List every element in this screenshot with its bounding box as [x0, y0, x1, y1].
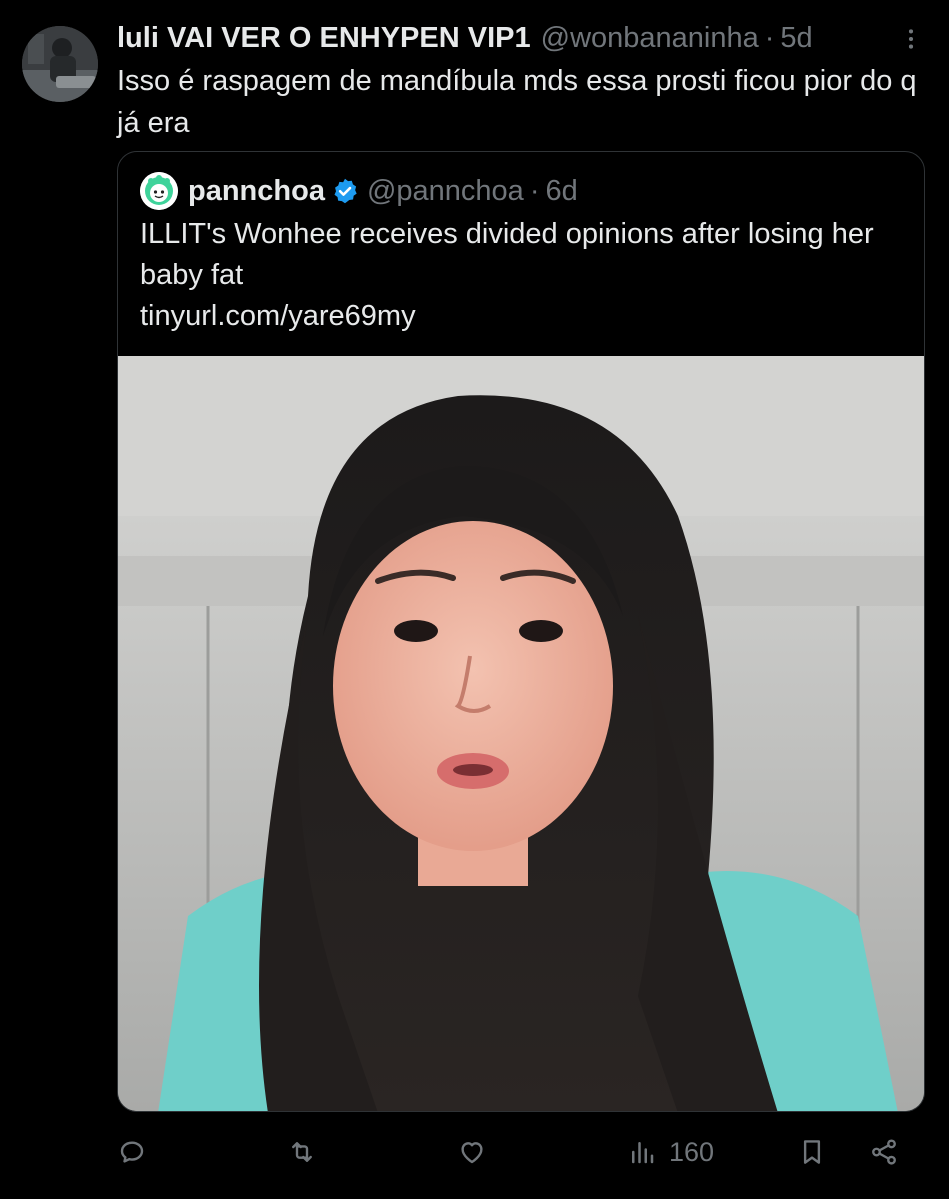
views-button[interactable]: 160 — [627, 1130, 714, 1174]
quoted-tweet-media[interactable] — [118, 356, 924, 1111]
like-button[interactable] — [457, 1130, 487, 1174]
bookmark-button[interactable] — [797, 1130, 827, 1174]
author-handle[interactable]: @wonbananinha — [541, 20, 759, 56]
quoted-tweet-card[interactable]: pannchoa @pannchoa · 6d ILLIT's Wonhee r… — [117, 151, 925, 1112]
more-vertical-icon — [908, 29, 914, 49]
tweet-header: luli VAI VER O ENHYPEN VIP1 @wonbananinh… — [117, 20, 813, 56]
tweet-text: Isso é raspagem de mandíbula mds essa pr… — [117, 65, 917, 139]
quoted-tweet-text: ILLIT's Wonhee receives divided opinions… — [140, 218, 874, 291]
pannchoa-logo-icon — [140, 172, 178, 210]
video-thumbnail-photo — [118, 356, 924, 1111]
author-display-name[interactable]: luli VAI VER O ENHYPEN VIP1 — [117, 20, 531, 56]
reply-button[interactable] — [117, 1130, 147, 1174]
quoted-tweet-header: pannchoa @pannchoa · 6d — [140, 172, 578, 210]
quoted-tweet-link[interactable]: tinyurl.com/yare69my — [140, 296, 910, 337]
views-icon — [632, 1142, 654, 1164]
tweet-timestamp[interactable]: 5d — [780, 20, 812, 56]
separator-dot: · — [764, 22, 775, 54]
retweet-button[interactable] — [287, 1130, 317, 1174]
quoted-separator-dot: · — [529, 174, 540, 207]
like-icon — [461, 1142, 483, 1164]
retweet-icon — [292, 1142, 312, 1162]
views-count: 160 — [669, 1136, 715, 1167]
tweet-action-bar: 160 — [117, 1130, 917, 1174]
share-icon — [872, 1139, 896, 1165]
quoted-author-display-name[interactable]: pannchoa — [188, 175, 325, 208]
verified-badge-icon — [334, 178, 357, 204]
quoted-author-handle[interactable]: @pannchoa — [367, 175, 524, 208]
share-button[interactable] — [869, 1130, 899, 1174]
user-avatar-image — [22, 26, 98, 102]
tweet[interactable]: luli VAI VER O ENHYPEN VIP1 @wonbananinh… — [0, 0, 949, 1199]
bookmark-icon — [803, 1140, 821, 1164]
reply-icon — [120, 1141, 144, 1163]
quoted-tweet-timestamp[interactable]: 6d — [545, 175, 577, 208]
quoted-tweet-body: ILLIT's Wonhee receives divided opinions… — [140, 214, 910, 337]
user-avatar[interactable] — [22, 26, 98, 102]
quoted-author-avatar[interactable] — [140, 172, 178, 210]
more-options-button[interactable] — [894, 22, 928, 56]
